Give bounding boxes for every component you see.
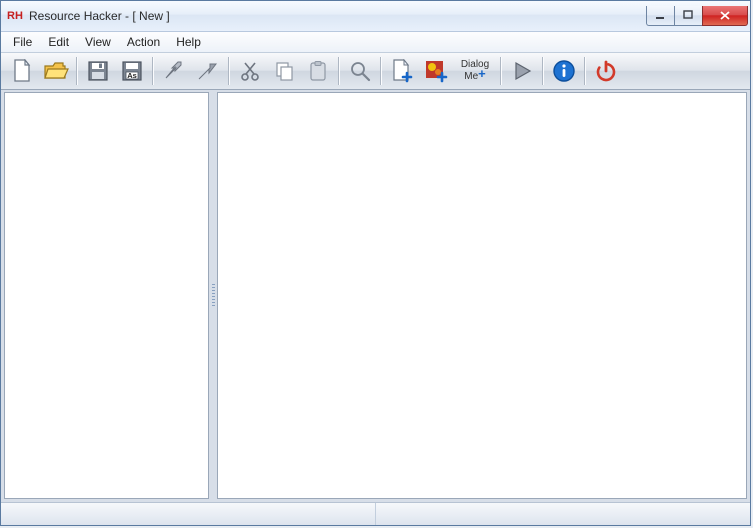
import-button[interactable]: [157, 56, 191, 86]
splitter-grip-icon: [212, 284, 215, 308]
info-icon: [552, 59, 576, 83]
find-button[interactable]: [343, 56, 377, 86]
splitter[interactable]: [211, 92, 215, 499]
magnifier-icon: [349, 60, 371, 82]
content-pane[interactable]: [217, 92, 747, 499]
toolbar-separator: [542, 57, 544, 85]
menu-action[interactable]: Action: [119, 33, 168, 51]
open-file-button[interactable]: [39, 56, 73, 86]
blob-plus-icon: [424, 59, 448, 83]
menu-help[interactable]: Help: [168, 33, 209, 51]
menu-edit[interactable]: Edit: [40, 33, 77, 51]
copy-icon: [273, 60, 295, 82]
svg-text:As: As: [127, 71, 137, 80]
arrow-in-icon: [163, 60, 185, 82]
open-folder-icon: [43, 60, 69, 82]
save-button[interactable]: [81, 56, 115, 86]
window-controls: [646, 6, 748, 26]
clipboard-icon: [307, 60, 329, 82]
power-icon: [594, 59, 618, 83]
add-binary-button[interactable]: [419, 56, 453, 86]
about-button[interactable]: [547, 56, 581, 86]
paste-button[interactable]: [301, 56, 335, 86]
tree-pane[interactable]: [4, 92, 209, 499]
maximize-icon: [683, 10, 694, 21]
cut-button[interactable]: [233, 56, 267, 86]
export-button[interactable]: [191, 56, 225, 86]
play-icon: [512, 61, 532, 81]
new-file-button[interactable]: [5, 56, 39, 86]
app-window: RH Resource Hacker - [ New ] File Edit V…: [0, 0, 751, 526]
close-icon: [719, 10, 731, 21]
copy-button[interactable]: [267, 56, 301, 86]
client-area: [1, 90, 750, 502]
menu-bar: File Edit View Action Help: [1, 32, 750, 53]
toolbar-separator: [380, 57, 382, 85]
app-icon: RH: [7, 8, 23, 24]
add-dialog-button[interactable]: Dialog Me+: [453, 56, 497, 86]
exit-button[interactable]: [589, 56, 623, 86]
dialog-label-2: Me+: [464, 70, 486, 82]
menu-view[interactable]: View: [77, 33, 119, 51]
window-title: Resource Hacker - [ New ]: [29, 9, 170, 23]
toolbar-separator: [500, 57, 502, 85]
save-as-button[interactable]: As: [115, 56, 149, 86]
toolbar-separator: [228, 57, 230, 85]
title-bar: RH Resource Hacker - [ New ]: [1, 1, 750, 32]
close-button[interactable]: [702, 6, 748, 26]
minimize-button[interactable]: [646, 6, 675, 26]
toolbar-separator: [152, 57, 154, 85]
toolbar-separator: [338, 57, 340, 85]
run-button[interactable]: [505, 56, 539, 86]
menu-file[interactable]: File: [5, 33, 40, 51]
toolbar-separator: [76, 57, 78, 85]
new-file-icon: [11, 59, 33, 83]
scissors-icon: [239, 60, 261, 82]
maximize-button[interactable]: [674, 6, 703, 26]
page-plus-icon: [390, 59, 414, 83]
floppy-as-icon: As: [121, 60, 143, 82]
status-bar: [1, 502, 750, 525]
floppy-icon: [87, 60, 109, 82]
minimize-icon: [655, 10, 666, 21]
toolbar: As: [1, 53, 750, 90]
status-cell-1: [1, 503, 376, 525]
status-cell-2: [376, 503, 750, 525]
toolbar-separator: [584, 57, 586, 85]
arrow-out-icon: [197, 60, 219, 82]
plus-icon: +: [478, 66, 486, 81]
add-resource-button[interactable]: [385, 56, 419, 86]
